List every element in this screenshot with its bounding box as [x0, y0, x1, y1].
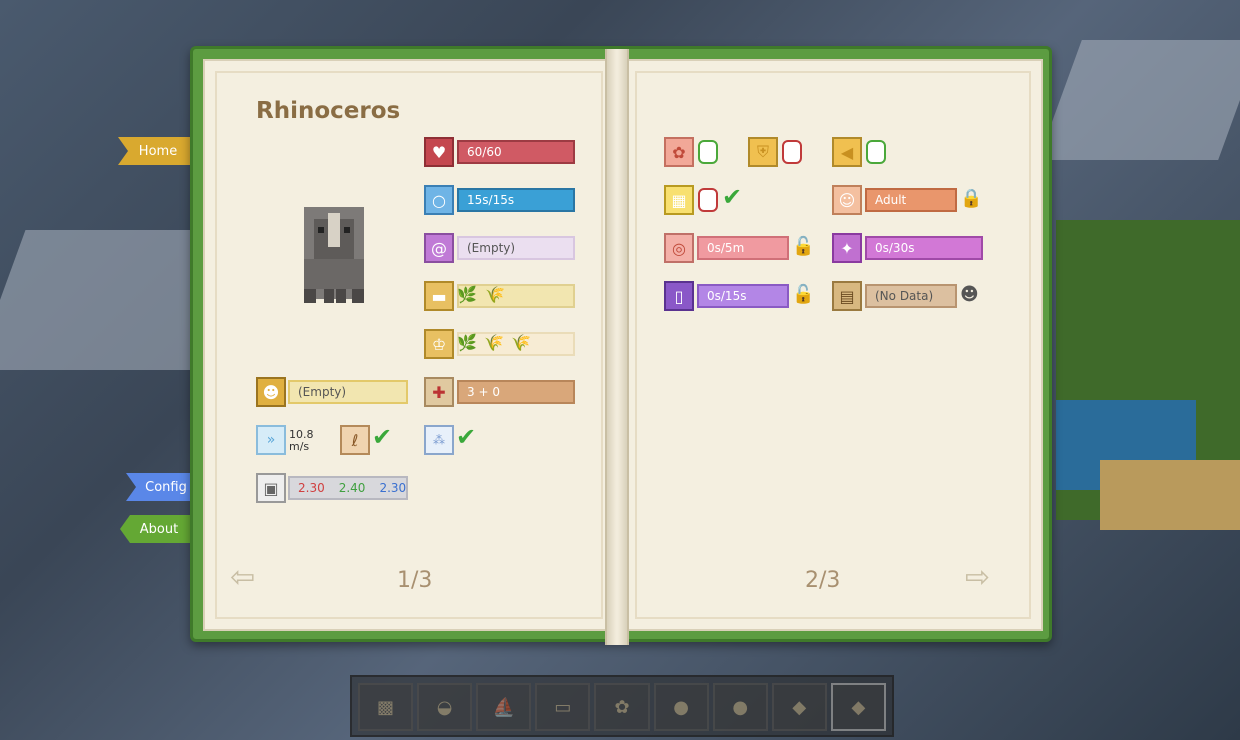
unlock-icon[interactable]: 🔓: [792, 236, 814, 257]
robot-icon[interactable]: ☻: [960, 284, 979, 305]
rhinoceros-portrait: [304, 207, 364, 303]
chest-icon: ▤: [832, 281, 862, 311]
anger-value: 0s/30s: [875, 241, 915, 255]
left-page-number: 1/3: [397, 568, 433, 593]
hotbar: ▩ ◒ ⛵ ▭ ✿ ● ● ◆ ◆: [350, 675, 894, 737]
home-tab[interactable]: Home: [118, 137, 198, 165]
hotbar-slot[interactable]: ◒: [417, 683, 473, 731]
config-tab-label: Config: [145, 479, 187, 495]
slot-bar: (Empty): [288, 380, 408, 404]
swirl-icon: @: [424, 233, 454, 263]
portal-icon: ▯: [664, 281, 694, 311]
breed-cooldown-bar: 0s/5m: [697, 236, 789, 260]
age-bar: Adult: [865, 188, 957, 212]
right-page-number: 2/3: [805, 568, 841, 593]
prev-page-arrow[interactable]: ⇦: [230, 560, 255, 595]
grass-block-icon: ▩: [377, 696, 395, 718]
slot-icon: ☻: [256, 377, 286, 407]
snow-patch: [1038, 40, 1240, 160]
grass-item-icon: 🌿: [457, 285, 477, 304]
book-spine: [605, 49, 629, 645]
breed-bar: 3 + 0: [457, 380, 575, 404]
wheat-icon: ✿: [614, 696, 630, 718]
health-bar: 60/60: [457, 140, 575, 164]
speed-icon: »: [256, 425, 286, 455]
check-icon: ✔: [372, 423, 393, 451]
breed-value: 3 + 0: [467, 385, 500, 399]
hotbar-slot[interactable]: ⛵: [476, 683, 532, 731]
lock-icon[interactable]: 🔒: [960, 188, 982, 209]
cube-icon: ▣: [256, 473, 286, 503]
net-icon: ▦: [664, 185, 694, 215]
speed-unit: m/s: [289, 440, 310, 453]
hotbar-slot[interactable]: ✿: [594, 683, 650, 731]
freeze-value: 0s/15s: [707, 289, 747, 303]
sand-area: [1100, 460, 1240, 530]
target-icon: ◎: [664, 233, 694, 263]
effect-value: (Empty): [467, 241, 516, 255]
tame-icon: ♔: [424, 329, 454, 359]
about-tab-label: About: [139, 521, 179, 537]
size-z: 2.30: [379, 481, 407, 495]
breed-icon: ✚: [424, 377, 454, 407]
health-value: 60/60: [467, 145, 502, 159]
bubble-icon: ○: [424, 185, 454, 215]
check-icon: ✔: [456, 423, 477, 451]
green-gem-icon: [698, 140, 718, 164]
hotbar-slot[interactable]: ●: [653, 683, 709, 731]
bush-item-icon: 🌾: [484, 333, 504, 352]
speed-value: 10.8 m/s: [289, 429, 314, 453]
next-page-arrow[interactable]: ⇨: [965, 560, 990, 595]
air-bar: 15s/15s: [457, 188, 575, 212]
home-tab-label: Home: [138, 143, 178, 159]
anger-icon: ✦: [832, 233, 862, 263]
diamond-icon: ◆: [792, 696, 807, 718]
gray-egg-icon: ●: [732, 696, 749, 718]
sound-icon: ◀: [832, 137, 862, 167]
entity-title: Rhinoceros: [256, 98, 401, 124]
anger-bar: 0s/30s: [865, 236, 983, 260]
size-x: 2.30: [298, 481, 325, 495]
wheat-item-icon: 🌾: [511, 333, 531, 352]
snow-icon: ⁂: [424, 425, 454, 455]
green-gem-icon: [866, 140, 886, 164]
field-guide-book: [190, 46, 1052, 645]
egg-icon: ●: [673, 696, 689, 718]
size-bar: 2.30 2.40 2.30: [288, 476, 408, 500]
data-bar: (No Data): [865, 284, 957, 308]
hotbar-slot[interactable]: ◆: [771, 683, 827, 731]
breed-cooldown-value: 0s/5m: [707, 241, 745, 255]
hotbar-slot[interactable]: ▩: [358, 683, 414, 731]
bread-icon: ◒: [436, 696, 453, 718]
age-value: Adult: [875, 193, 907, 207]
air-value: 15s/15s: [467, 193, 515, 207]
lead-icon: ℓ: [340, 425, 370, 455]
effect-bar: (Empty): [457, 236, 575, 260]
hotbar-slot[interactable]: ●: [712, 683, 768, 731]
heart-icon: ♥: [424, 137, 454, 167]
boat-icon: ⛵: [492, 696, 515, 718]
red-gem-icon: [698, 188, 718, 212]
book-icon: ▭: [554, 696, 572, 718]
unlock-icon[interactable]: 🔓: [792, 284, 814, 305]
shield-icon: ⛨: [748, 137, 778, 167]
grass-item-icon: 🌿: [457, 333, 477, 352]
data-value: (No Data): [875, 289, 934, 303]
check-icon: ✔: [722, 183, 743, 211]
freeze-bar: 0s/15s: [697, 284, 789, 308]
hotbar-slot[interactable]: ▭: [535, 683, 591, 731]
bush-item-icon: 🌾: [485, 285, 505, 304]
face-icon: ☺: [832, 185, 862, 215]
red-gem-icon: [782, 140, 802, 164]
slot-value: (Empty): [298, 385, 347, 399]
about-tab[interactable]: About: [120, 515, 198, 543]
brain-icon: ✿: [664, 137, 694, 167]
food-icon: ▬: [424, 281, 454, 311]
hotbar-slot-selected[interactable]: ◆: [830, 683, 886, 731]
size-y: 2.40: [338, 481, 366, 495]
stone-icon: ◆: [851, 696, 866, 718]
